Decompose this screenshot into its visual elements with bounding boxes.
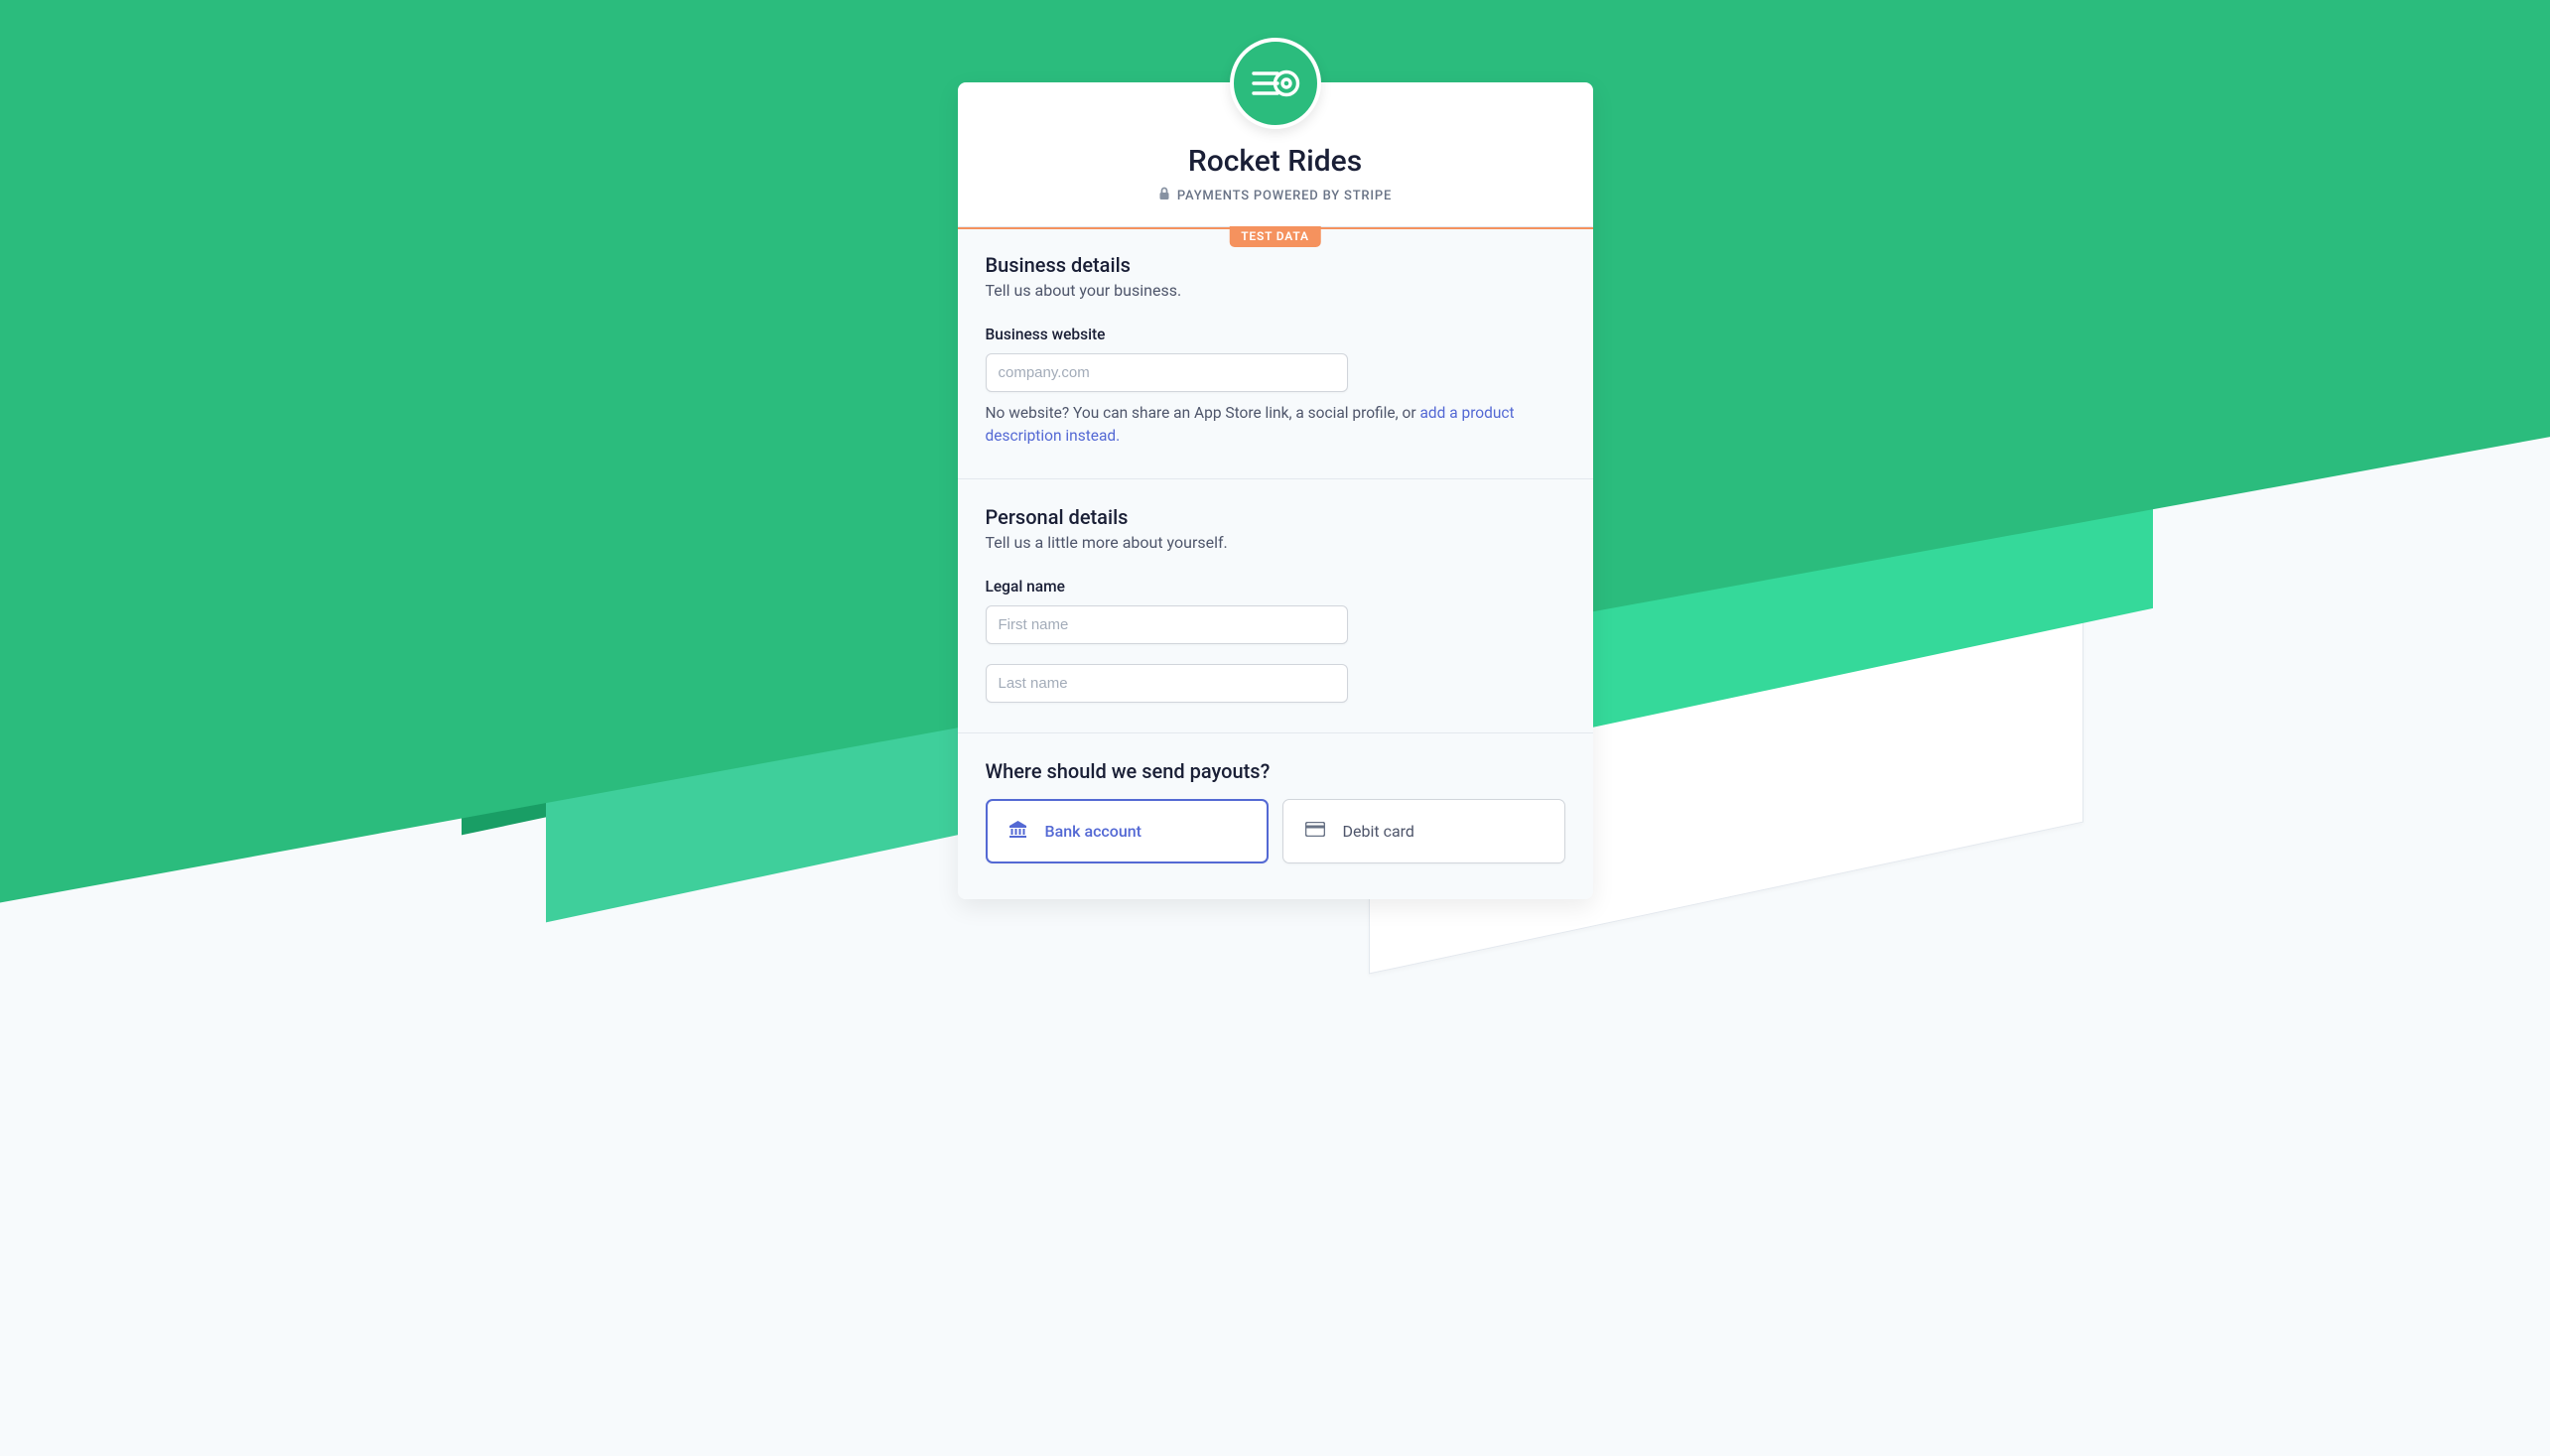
test-data-badge: TEST DATA bbox=[1229, 226, 1321, 247]
payout-option-bank-account[interactable]: Bank account bbox=[986, 799, 1269, 863]
last-name-input[interactable] bbox=[986, 664, 1348, 703]
payout-bank-label: Bank account bbox=[1045, 822, 1142, 841]
brand-name: Rocket Rides bbox=[986, 144, 1565, 179]
personal-details-subtitle: Tell us a little more about yourself. bbox=[986, 533, 1565, 552]
first-name-input[interactable] bbox=[986, 605, 1348, 644]
business-details-title: Business details bbox=[986, 253, 1565, 277]
business-website-input[interactable] bbox=[986, 353, 1348, 392]
powered-by: PAYMENTS POWERED BY STRIPE bbox=[986, 187, 1565, 204]
section-payouts: Where should we send payouts? Bank a bbox=[958, 733, 1593, 899]
payouts-title: Where should we send payouts? bbox=[986, 759, 1565, 783]
section-personal-details: Personal details Tell us a little more a… bbox=[958, 479, 1593, 733]
onboarding-card: Rocket Rides PAYMENTS POWERED BY STRIPE … bbox=[958, 82, 1593, 899]
payout-option-debit-card[interactable]: Debit card bbox=[1282, 799, 1565, 863]
section-business-details: Business details Tell us about your busi… bbox=[958, 227, 1593, 479]
business-website-label: Business website bbox=[986, 326, 1565, 343]
brand-logo bbox=[1230, 38, 1321, 129]
legal-name-label: Legal name bbox=[986, 578, 1565, 596]
business-website-helper: No website? You can share an App Store l… bbox=[986, 402, 1565, 449]
bank-icon bbox=[1008, 820, 1027, 843]
business-details-subtitle: Tell us about your business. bbox=[986, 281, 1565, 300]
personal-details-title: Personal details bbox=[986, 505, 1565, 529]
payout-debit-label: Debit card bbox=[1343, 822, 1414, 841]
lock-icon bbox=[1158, 187, 1170, 204]
powered-by-label: PAYMENTS POWERED BY STRIPE bbox=[1177, 189, 1392, 203]
card-icon bbox=[1305, 822, 1325, 841]
